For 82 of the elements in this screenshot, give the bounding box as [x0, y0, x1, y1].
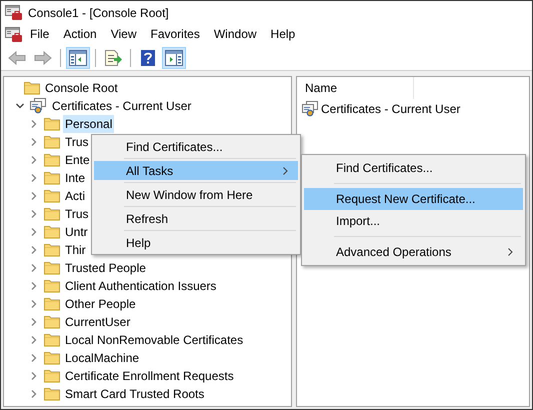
- menu-item[interactable]: Advanced Operations: [304, 241, 523, 263]
- expand-chevron-icon[interactable]: [30, 390, 38, 398]
- app-icon: [5, 4, 23, 20]
- certificate-snapin-icon: [30, 98, 47, 114]
- folder-icon: [24, 81, 40, 95]
- menu-bar-item[interactable]: Window: [206, 24, 264, 45]
- toolbar-button[interactable]: [162, 46, 186, 68]
- tree-item[interactable]: Ente: [63, 151, 92, 169]
- expand-chevron-icon[interactable]: [30, 282, 38, 290]
- help-icon: [141, 50, 155, 66]
- folder-icon: [44, 279, 60, 293]
- tree-item[interactable]: Inte: [63, 169, 88, 187]
- expand-chevron-icon[interactable]: [30, 174, 38, 182]
- menu-bar-item[interactable]: View: [104, 24, 144, 45]
- menu-item[interactable]: Find Certificates...: [94, 137, 298, 156]
- folder-icon: [44, 297, 60, 311]
- expand-chevron-icon[interactable]: [30, 228, 38, 236]
- menu-item[interactable]: Import...: [304, 210, 523, 232]
- menu-item[interactable]: New Window from Here: [94, 185, 298, 204]
- tree-item[interactable]: Trusted People: [63, 259, 148, 277]
- tree-item[interactable]: Untr: [63, 223, 90, 241]
- tree-item[interactable]: Other People: [63, 295, 138, 313]
- tree-item[interactable]: Console Root: [43, 79, 120, 97]
- document-icon: [5, 26, 23, 42]
- tree-item[interactable]: CurrentUser: [63, 313, 132, 331]
- tree-item[interactable]: Acti: [63, 187, 88, 205]
- tree-item[interactable]: Trus: [63, 205, 91, 223]
- tree-item[interactable]: Certificates - Current User: [50, 97, 194, 115]
- expand-chevron-icon[interactable]: [30, 120, 38, 128]
- menu-item[interactable]: Refresh: [94, 209, 298, 228]
- folder-icon: [44, 135, 60, 149]
- tree-item[interactable]: Thir: [63, 241, 88, 259]
- expand-chevron-icon[interactable]: [30, 372, 38, 380]
- forward-arrow-icon: [34, 50, 52, 64]
- folder-icon: [44, 243, 60, 257]
- toolbar-button[interactable]: [66, 46, 90, 68]
- tree-item[interactable]: Smart Card Trusted Roots: [63, 385, 206, 403]
- menu-item[interactable]: Request New Certificate...: [304, 188, 523, 210]
- folder-icon: [44, 207, 60, 221]
- folder-icon: [44, 117, 60, 131]
- action-pane-icon: [165, 50, 183, 66]
- folder-icon: [44, 261, 60, 275]
- menu-bar-item[interactable]: Action: [56, 24, 104, 45]
- tree-item[interactable]: Certificate Enrollment Requests: [63, 367, 236, 385]
- tree-item[interactable]: Trus: [63, 133, 91, 151]
- menu-item[interactable]: Find Certificates...: [304, 157, 523, 179]
- folder-icon: [44, 351, 60, 365]
- column-header[interactable]: Name: [297, 77, 414, 99]
- export-list-icon: [104, 50, 122, 66]
- menu-item[interactable]: Help: [94, 233, 298, 252]
- tree-pane-icon: [69, 50, 87, 66]
- certificate-snapin-icon: [302, 101, 319, 117]
- expand-chevron-icon[interactable]: [30, 156, 38, 164]
- folder-icon: [44, 387, 60, 401]
- folder-icon: [44, 189, 60, 203]
- expand-chevron-icon[interactable]: [30, 336, 38, 344]
- expand-chevron-icon[interactable]: [30, 192, 38, 200]
- tree-item[interactable]: LocalMachine: [63, 349, 142, 367]
- expand-chevron-icon[interactable]: [30, 246, 38, 254]
- window-title: Console1 - [Console Root]: [28, 4, 169, 22]
- tree-item[interactable]: Client Authentication Issuers: [63, 277, 218, 295]
- menu-bar-item[interactable]: File: [23, 24, 56, 45]
- folder-icon: [44, 153, 60, 167]
- list-item[interactable]: Certificates - Current User: [321, 100, 460, 118]
- collapse-chevron-icon[interactable]: [16, 102, 24, 110]
- menu-bar-item[interactable]: Help: [264, 24, 302, 45]
- folder-icon: [44, 333, 60, 347]
- expand-chevron-icon[interactable]: [30, 138, 38, 146]
- folder-icon: [44, 369, 60, 383]
- menu-bar-item[interactable]: Favorites: [144, 24, 207, 45]
- tree-item[interactable]: Local NonRemovable Certificates: [63, 331, 246, 349]
- back-arrow-icon: [8, 50, 26, 64]
- menu-item[interactable]: All Tasks: [94, 161, 298, 180]
- expand-chevron-icon[interactable]: [30, 264, 38, 272]
- folder-icon: [44, 225, 60, 239]
- expand-chevron-icon[interactable]: [30, 300, 38, 308]
- folder-icon: [44, 171, 60, 185]
- expand-chevron-icon[interactable]: [30, 354, 38, 362]
- expand-chevron-icon[interactable]: [30, 210, 38, 218]
- expand-chevron-icon[interactable]: [30, 318, 38, 326]
- folder-icon: [44, 315, 60, 329]
- tree-item[interactable]: Personal: [63, 115, 114, 133]
